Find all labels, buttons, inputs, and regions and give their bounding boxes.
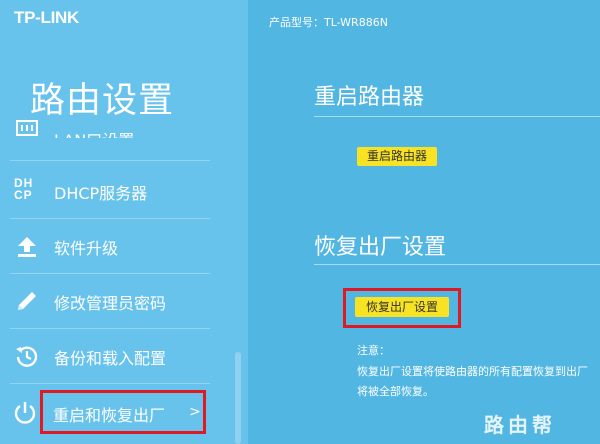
model-label: 产品型号：TL-WR886N <box>269 16 388 29</box>
note-title: 注意： <box>357 344 390 357</box>
power-icon <box>14 402 36 424</box>
history-icon <box>16 346 38 367</box>
sidebar-item-label: 重启和恢复出厂 <box>53 406 166 425</box>
pencil-icon <box>18 292 36 310</box>
dhcp-icon-text-bottom: CP <box>14 188 33 202</box>
restore-heading: 恢复出厂设置 <box>314 235 447 260</box>
brand-logo: TP-LINK <box>14 8 79 27</box>
sidebar-item-reboot-restore[interactable]: 重启和恢复出厂 > <box>40 390 206 434</box>
sidebar-item-label: 备份和载入配置 <box>54 349 167 368</box>
sidebar-item-backup[interactable]: 备份和载入配置 <box>10 328 210 384</box>
lan-icon <box>16 120 38 136</box>
upload-icon <box>18 237 36 257</box>
sidebar-item-upgrade[interactable]: 软件升级 <box>10 218 210 274</box>
sidebar-scrollbar[interactable] <box>235 352 241 444</box>
watermark: 路由帮 <box>484 413 556 437</box>
restore-factory-button[interactable]: 恢复出厂设置 <box>355 297 449 317</box>
sidebar-item-label: 软件升级 <box>54 239 119 258</box>
divider <box>314 264 600 265</box>
dhcp-icon: DH CP <box>14 177 40 203</box>
sidebar-item-dhcp[interactable]: DH CP DHCP服务器 <box>10 163 210 219</box>
note-text: 恢复出厂设置将使路由器的所有配置恢复到出厂 <box>357 365 588 378</box>
sidebar: TP-LINK 路由设置 LAN口设置 DH CP DHCP服务器 软件升级 <box>0 0 248 444</box>
sidebar-item-lan[interactable]: LAN口设置 <box>10 105 210 161</box>
sidebar-item-label: 修改管理员密码 <box>54 294 167 313</box>
note-text: 将被全部恢复。 <box>357 385 434 398</box>
reboot-button[interactable]: 重启路由器 <box>357 147 437 166</box>
chevron-right-icon: > <box>189 404 201 420</box>
reboot-heading: 重启路由器 <box>314 85 425 110</box>
divider <box>314 116 600 117</box>
sidebar-item-password[interactable]: 修改管理员密码 <box>10 273 210 329</box>
sidebar-item-label: DHCP服务器 <box>54 184 148 203</box>
sidebar-item-label: LAN口设置 <box>54 127 134 138</box>
